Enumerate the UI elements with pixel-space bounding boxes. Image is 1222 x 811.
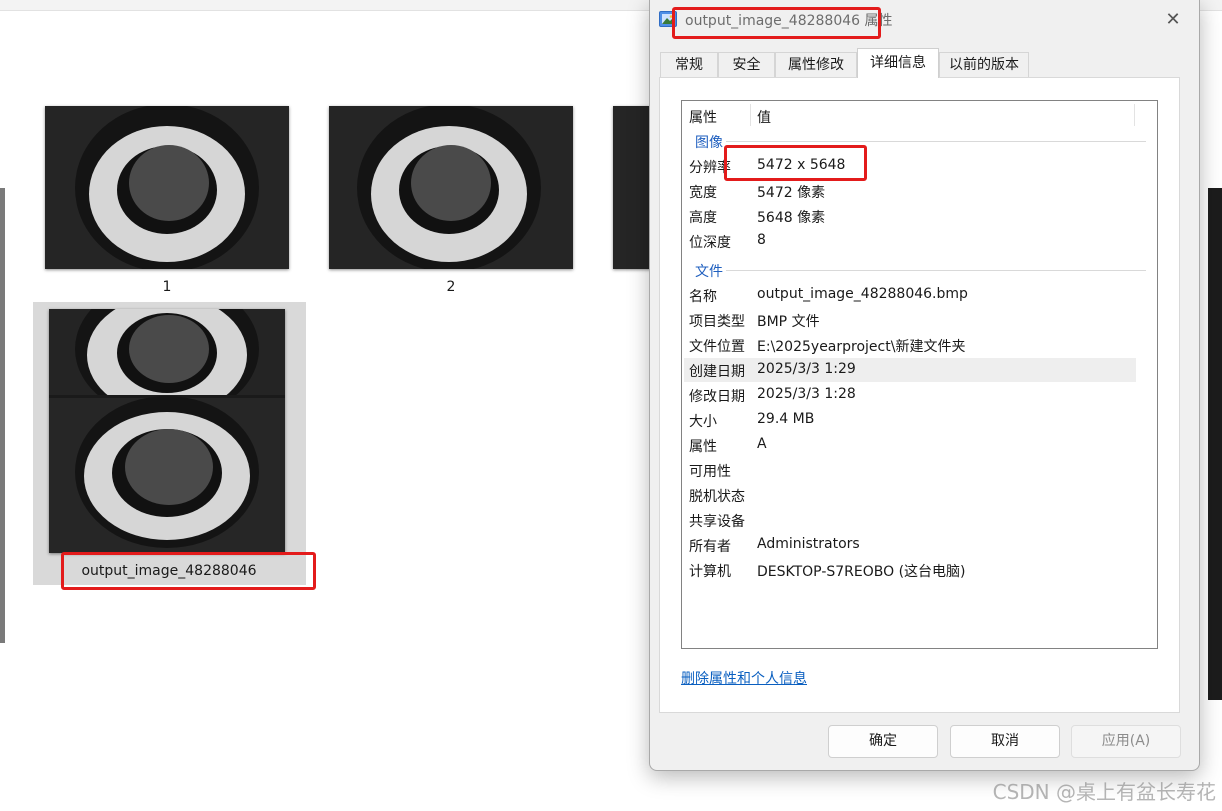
property-key: 高度 xyxy=(689,210,717,226)
property-key: 属性 xyxy=(689,439,717,455)
tab-details[interactable]: 详细信息 xyxy=(857,48,939,78)
property-key: 共享设备 xyxy=(689,514,745,530)
csdn-watermark: CSDN @桌上有盆长寿花 xyxy=(992,780,1216,804)
stitched-ring-picture xyxy=(49,309,285,553)
property-row-created[interactable]: 创建日期 2025/3/3 1:29 xyxy=(684,358,1136,382)
property-row-item-type[interactable]: 项目类型 BMP 文件 xyxy=(684,308,1136,332)
tab-property-edit[interactable]: 属性修改 xyxy=(775,52,857,77)
ring-part-picture xyxy=(329,106,573,269)
property-key: 文件位置 xyxy=(689,339,745,355)
apply-button[interactable]: 应用(A) xyxy=(1071,725,1181,758)
annotation-box-filename xyxy=(61,552,316,590)
property-row-width[interactable]: 宽度 5472 像素 xyxy=(684,179,1136,203)
property-key: 修改日期 xyxy=(689,389,745,405)
property-row-shared-with[interactable]: 共享设备 xyxy=(684,508,1136,532)
property-key: 计算机 xyxy=(689,564,731,580)
list-header: 属性 值 xyxy=(682,101,1157,129)
group-header-image: 图像 xyxy=(695,135,723,151)
annotation-box-title xyxy=(672,7,881,39)
group-divider xyxy=(726,270,1146,271)
property-value: 2025/3/3 1:29 xyxy=(757,361,856,377)
property-value: output_image_48288046.bmp xyxy=(757,286,968,302)
property-value: Administrators xyxy=(757,536,860,552)
background-window-edge xyxy=(1208,188,1222,700)
ring-part-picture xyxy=(613,106,653,269)
close-icon[interactable]: ✕ xyxy=(1161,8,1185,32)
property-row-height[interactable]: 高度 5648 像素 xyxy=(684,204,1136,228)
column-divider[interactable] xyxy=(1134,104,1135,126)
thumbnail-item-selected[interactable]: output_image_48288046 xyxy=(49,309,285,589)
property-value: 5648 像素 xyxy=(757,210,826,226)
property-value: E:\2025yearproject\新建文件夹 xyxy=(757,339,966,355)
property-key: 大小 xyxy=(689,414,717,430)
property-row-attributes[interactable]: 属性 A xyxy=(684,433,1136,457)
thumbnail-image xyxy=(45,106,289,269)
ring-part-picture xyxy=(45,106,289,269)
property-row-location[interactable]: 文件位置 E:\2025yearproject\新建文件夹 xyxy=(684,333,1136,357)
thumbnail-item-3[interactable] xyxy=(613,106,653,269)
property-key: 宽度 xyxy=(689,185,717,201)
properties-dialog: output_image_48288046 属性 ✕ 常规 安全 属性修改 详细… xyxy=(649,0,1200,771)
property-row-owner[interactable]: 所有者 Administrators xyxy=(684,533,1136,557)
property-value: A xyxy=(757,436,767,452)
group-header-file: 文件 xyxy=(695,264,723,280)
property-row-computer[interactable]: 计算机 DESKTOP-S7REOBO (这台电脑) xyxy=(684,558,1136,582)
thumbnail-label: 1 xyxy=(162,279,172,295)
tab-previous-versions[interactable]: 以前的版本 xyxy=(939,52,1029,77)
property-key: 项目类型 xyxy=(689,314,745,330)
thumbnail-item-1[interactable]: 1 xyxy=(45,106,289,296)
property-key: 名称 xyxy=(689,289,717,305)
cancel-button[interactable]: 取消 xyxy=(950,725,1060,758)
property-key: 所有者 xyxy=(689,539,731,555)
annotation-box-resolution xyxy=(724,145,867,181)
thumbnail-item-2[interactable]: 2 xyxy=(329,106,573,296)
property-key: 脱机状态 xyxy=(689,489,745,505)
column-header-value[interactable]: 值 xyxy=(757,107,771,127)
group-divider xyxy=(726,141,1146,142)
property-row-offline-status[interactable]: 脱机状态 xyxy=(684,483,1136,507)
property-value: 5472 像素 xyxy=(757,185,826,201)
details-property-list[interactable]: 属性 值 图像 分辨率 5472 x 5648 宽度 5472 像素 高度 56… xyxy=(681,100,1158,649)
tab-general[interactable]: 常规 xyxy=(660,52,718,77)
column-header-property[interactable]: 属性 xyxy=(689,107,717,127)
property-value: DESKTOP-S7REOBO (这台电脑) xyxy=(757,564,966,580)
property-row-name[interactable]: 名称 output_image_48288046.bmp xyxy=(684,283,1136,307)
property-value: BMP 文件 xyxy=(757,314,820,330)
property-value: 2025/3/3 1:28 xyxy=(757,386,856,402)
property-row-availability[interactable]: 可用性 xyxy=(684,458,1136,482)
property-row-bit-depth[interactable]: 位深度 8 xyxy=(684,229,1136,253)
property-key: 创建日期 xyxy=(689,364,745,380)
property-key: 位深度 xyxy=(689,235,731,251)
property-key: 可用性 xyxy=(689,464,731,480)
thumbnail-image xyxy=(613,106,653,269)
property-value: 8 xyxy=(757,232,766,248)
thumbnail-label: 2 xyxy=(446,279,456,295)
ok-button[interactable]: 确定 xyxy=(828,725,938,758)
property-row-modified[interactable]: 修改日期 2025/3/3 1:28 xyxy=(684,383,1136,407)
remove-properties-link[interactable]: 删除属性和个人信息 xyxy=(681,668,807,688)
tab-security[interactable]: 安全 xyxy=(718,52,775,77)
explorer-left-scroll-edge xyxy=(0,188,5,643)
thumbnail-image xyxy=(49,309,285,553)
property-value: 29.4 MB xyxy=(757,411,815,427)
column-divider[interactable] xyxy=(750,104,751,126)
thumbnail-image xyxy=(329,106,573,269)
property-row-size[interactable]: 大小 29.4 MB xyxy=(684,408,1136,432)
